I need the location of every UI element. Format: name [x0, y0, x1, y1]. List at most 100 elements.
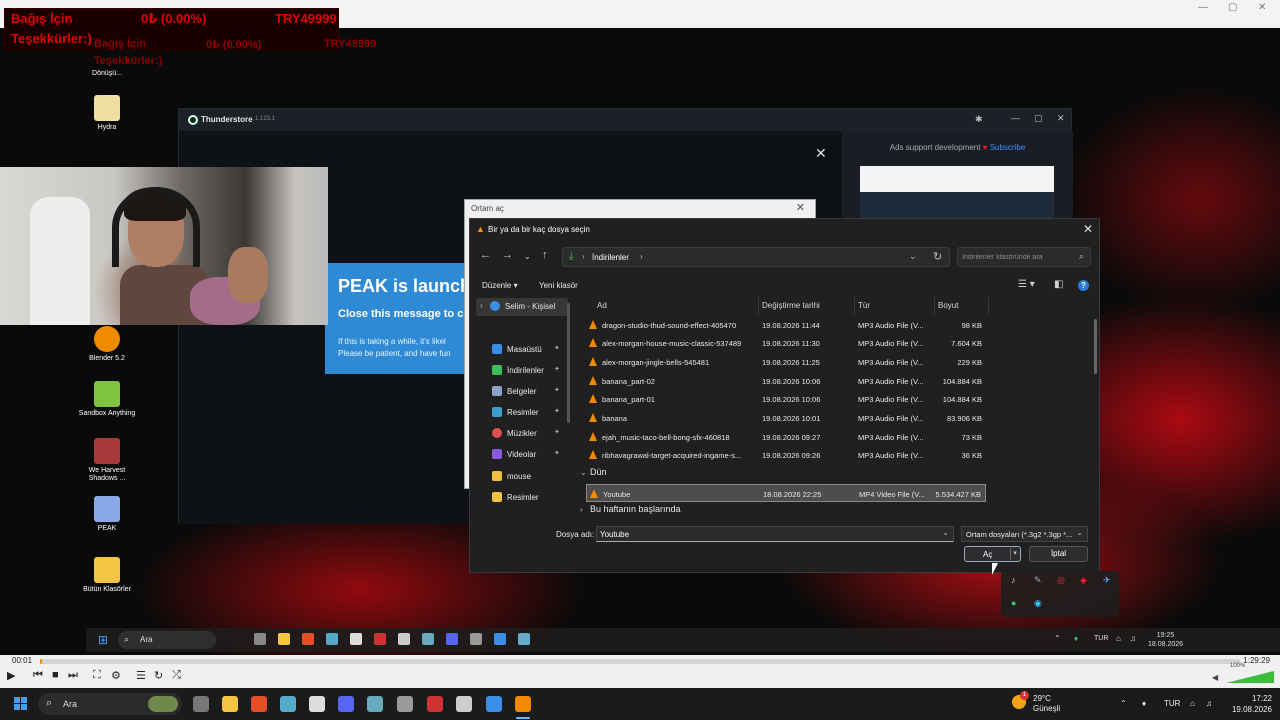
- explorer-icon[interactable]: [222, 696, 238, 712]
- tray-icon[interactable]: ◎: [1057, 575, 1065, 586]
- next-icon[interactable]: ⏭: [68, 669, 78, 682]
- nav-item-downloads[interactable]: İndirilenler ✦: [478, 362, 570, 380]
- refresh-icon[interactable]: ↻: [933, 250, 942, 263]
- app-icon[interactable]: [309, 696, 325, 712]
- open-dropdown-icon[interactable]: ▾: [1010, 548, 1019, 560]
- volume-icon[interactable]: ♫: [1130, 634, 1136, 643]
- taskview-icon[interactable]: [254, 633, 266, 645]
- taskview-icon[interactable]: [193, 696, 209, 712]
- windows-start-icon[interactable]: ⊞: [98, 633, 108, 647]
- tray-icon[interactable]: ◉: [1034, 598, 1042, 609]
- file-row[interactable]: banana 19.08.2026 10:01 MP3 Audio File (…: [586, 409, 986, 427]
- nav-item-onedrive[interactable]: › Selim - Kişisel: [476, 298, 568, 316]
- file-row[interactable]: alex-morgan-house-music-classic-537489 1…: [586, 334, 986, 352]
- tray-icon[interactable]: ♪: [1011, 575, 1016, 585]
- column-header-size[interactable]: Boyut: [938, 301, 958, 310]
- steam-icon[interactable]: [494, 633, 506, 645]
- modal-close-icon[interactable]: ✕: [815, 145, 827, 162]
- volume-icon[interactable]: ♫: [1206, 699, 1212, 708]
- app-icon[interactable]: [367, 696, 383, 712]
- organize-menu[interactable]: Düzenle ▾: [482, 281, 518, 290]
- file-list-scrollbar[interactable]: [1094, 319, 1097, 374]
- app-icon[interactable]: [470, 633, 482, 645]
- nav-item-videos[interactable]: Videolar ✦: [478, 446, 570, 464]
- taskbar-search[interactable]: ⌕ Ara: [38, 693, 182, 715]
- column-separator[interactable]: [854, 297, 855, 315]
- tray-icon[interactable]: ✈: [1103, 575, 1111, 586]
- desktop-icon-all-folders[interactable]: Bütün Klasörler: [77, 557, 137, 594]
- close-icon[interactable]: ✕: [796, 201, 805, 214]
- playlist-icon[interactable]: ☰: [136, 669, 146, 682]
- close-icon[interactable]: ✕: [1083, 222, 1093, 236]
- column-separator[interactable]: [988, 297, 989, 315]
- collapse-chevron-icon[interactable]: ›: [580, 505, 590, 514]
- nav-item-pictures-folder[interactable]: Resimler: [478, 489, 570, 507]
- app-icon[interactable]: [350, 633, 362, 645]
- mic-icon[interactable]: ♦: [1074, 634, 1078, 643]
- speaker-icon[interactable]: ◀: [1212, 673, 1218, 682]
- maximize-icon[interactable]: ▢: [1034, 113, 1043, 124]
- filename-combobox[interactable]: ⌄: [596, 526, 954, 542]
- tray-icon[interactable]: ✎: [1034, 575, 1042, 586]
- file-row[interactable]: ejah_music-taco-bell-bong-sfx-460818 19.…: [586, 428, 986, 446]
- help-icon[interactable]: ?: [1078, 280, 1089, 291]
- store-icon[interactable]: [326, 633, 338, 645]
- brave-icon[interactable]: [302, 633, 314, 645]
- stop-icon[interactable]: ■: [52, 669, 59, 681]
- nav-item-pictures[interactable]: Resimler ✦: [478, 404, 570, 422]
- search-box[interactable]: ⌕: [957, 247, 1091, 267]
- app-icon[interactable]: [456, 696, 472, 712]
- extended-settings-icon[interactable]: ⚙: [111, 669, 121, 682]
- back-arrow-icon[interactable]: ←: [480, 249, 491, 261]
- taskbar-clock[interactable]: 17:22 19.08.2026: [1226, 693, 1272, 715]
- captured-clock[interactable]: 19:25 18.08.2026: [1148, 631, 1183, 649]
- nav-scrollbar[interactable]: [567, 303, 570, 423]
- column-separator[interactable]: [934, 297, 935, 315]
- open-button[interactable]: Aç ▾: [964, 546, 1021, 562]
- filetype-select[interactable]: Ortam dosyaları (*.3g2 *.3gp *... ⌄: [961, 526, 1088, 542]
- column-header-modified[interactable]: Değiştirme tarihi: [762, 301, 820, 310]
- minimize-icon[interactable]: —: [1011, 113, 1020, 123]
- explorer-icon[interactable]: [278, 633, 290, 645]
- discord-icon[interactable]: [446, 633, 458, 645]
- subscribe-link[interactable]: Subscribe: [990, 143, 1026, 152]
- desktop-icon[interactable]: Dönüşü...: [77, 70, 137, 78]
- tray-icon[interactable]: ◈: [1080, 575, 1087, 586]
- search-input[interactable]: [962, 251, 1072, 264]
- recent-chevron-icon[interactable]: ⌄: [524, 252, 531, 261]
- file-row[interactable]: alex-morgan-jingle-bells-545481 19.08.20…: [586, 353, 986, 371]
- captured-search[interactable]: ⌕ Ara: [118, 631, 216, 649]
- app-icon[interactable]: [427, 696, 443, 712]
- chevron-down-icon[interactable]: ⌄: [942, 528, 949, 537]
- volume-slider[interactable]: 100%: [1226, 663, 1274, 683]
- address-bar[interactable]: ⤓ › İndirilenler › ⌄ ↻: [562, 247, 950, 267]
- group-header-this-week[interactable]: › Bu haftanın başlarında: [580, 504, 681, 514]
- loop-icon[interactable]: ↻: [154, 669, 163, 682]
- close-icon[interactable]: ✕: [1057, 113, 1065, 124]
- breadcrumb-chevron-icon[interactable]: ›: [640, 252, 643, 261]
- up-arrow-icon[interactable]: ↑: [542, 249, 548, 261]
- file-row-selected[interactable]: Youtube 18.08.2026 22:25 MP4 Video File …: [586, 484, 986, 502]
- app-icon[interactable]: [374, 633, 386, 645]
- network-icon[interactable]: ⌂: [1116, 634, 1121, 643]
- discord-icon[interactable]: [338, 696, 354, 712]
- brave-icon[interactable]: [251, 696, 267, 712]
- app-icon[interactable]: [397, 696, 413, 712]
- desktop-icon-blender[interactable]: Blender 5.2: [77, 326, 137, 363]
- app-icon[interactable]: [398, 633, 410, 645]
- tray-chevron-icon[interactable]: ⌃: [1120, 699, 1127, 708]
- desktop-icon-we-harvest[interactable]: We Harvest Shadows ...: [77, 438, 137, 483]
- fullscreen-icon[interactable]: ⛶: [93, 669, 101, 682]
- expand-chevron-icon[interactable]: ›: [480, 301, 483, 310]
- gear-icon[interactable]: ✱: [975, 114, 983, 125]
- captured-lang[interactable]: TUR: [1094, 635, 1108, 642]
- tray-chevron-icon[interactable]: ⌃: [1054, 634, 1061, 643]
- collapse-chevron-icon[interactable]: ⌄: [580, 468, 590, 477]
- file-row[interactable]: banana_part-02 19.08.2026 10:06 MP3 Audi…: [586, 372, 986, 390]
- steam-icon[interactable]: [486, 696, 502, 712]
- file-row[interactable]: ribhavagrawal-target-acquired-ingame-s..…: [586, 446, 986, 464]
- column-separator[interactable]: [758, 297, 759, 315]
- mic-icon[interactable]: ♦: [1142, 699, 1146, 708]
- group-header-yesterday[interactable]: ⌄ Dün: [580, 467, 607, 477]
- windows-start-icon[interactable]: [14, 697, 28, 711]
